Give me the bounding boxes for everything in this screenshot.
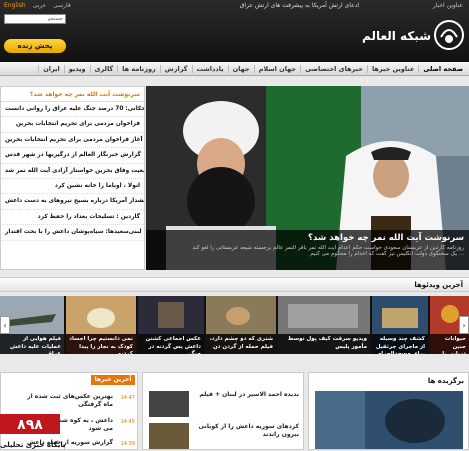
nav-world[interactable]: جهان [227, 64, 254, 73]
video-caption: کشف چند وسیله از ماجرای جرثقیل برای مسجد… [372, 334, 428, 354]
list-item[interactable]: انولا ، اوباما را خانه نشین کرد [1, 179, 144, 195]
nav-notes[interactable]: یادداشت [191, 64, 228, 73]
featured-summary-2: یک سخنگوی دولت انگلیس نیز گفت که اعدام ر… [310, 251, 464, 257]
list-item[interactable]: بدیده احمد الاسیر در لبنان + فیلم [149, 391, 299, 419]
watermark-logo: ۸۹۸ پایگاه خبری تحلیلی [0, 414, 66, 450]
nav-video[interactable]: ویدیو [63, 64, 90, 73]
headline-list-title[interactable]: سرنوشت آیت الله نمر چه خواهد شد؟ [1, 87, 144, 102]
lang-arabic-link[interactable]: عربی [33, 2, 47, 9]
nav-gallery[interactable]: گالری [89, 64, 118, 73]
story-title[interactable]: بدیده احمد الاسیر در لبنان + فیلم [195, 391, 299, 399]
logo-text: شبکه العالم [362, 29, 431, 43]
language-links: English فارسی عربی [4, 2, 76, 9]
latest-news-tab[interactable]: آخرین خبرها [91, 375, 135, 385]
carousel-prev-arrow-icon[interactable]: ‹ [0, 316, 10, 334]
featured-story[interactable]: سرنوشت آیت الله نمر چه خواهد شد؟ روزنامه… [146, 86, 469, 270]
lang-english-link[interactable]: English [4, 2, 26, 9]
carousel-next-arrow-icon[interactable]: › [459, 316, 469, 334]
main-nav: صفحه اصلی عناوین خبرها خبرهای اختصاصی جه… [0, 62, 469, 76]
story-list: بدیده احمد الاسیر در لبنان + فیلم کردهای… [142, 372, 304, 450]
logo-icon [434, 20, 464, 50]
video-caption: فیلم هوایی از عملیات علیه داعش عراق [0, 334, 64, 354]
nav-newspapers[interactable]: روزنامه ها [117, 64, 160, 73]
news-time: 14:47 [120, 395, 135, 401]
nav-headlines[interactable]: عناوین خبرها [366, 64, 418, 73]
selected-image[interactable] [315, 391, 463, 449]
video-thumbnail [138, 296, 204, 334]
nav-islamic-world[interactable]: جهان اسلام [253, 64, 301, 73]
news-time: 14:39 [120, 441, 135, 447]
video-carousel: فیلم هوایی از عملیات علیه داعش عراق نمی … [0, 296, 469, 354]
video-thumbnail [278, 296, 370, 334]
selected-panel: برگزیده ها [308, 372, 469, 450]
news-time: 14:45 [120, 419, 135, 425]
story-title[interactable]: کردهای سوریه داعش را از کوبانی بیرون ران… [195, 423, 299, 439]
site-logo[interactable]: شبکه العالم [362, 17, 465, 59]
list-item[interactable]: کردهای سوریه داعش را از کوبانی بیرون ران… [149, 423, 299, 451]
news-ticker[interactable]: ادعای ارتش آمریکا به پیشرفت های ارتش عرا… [240, 2, 359, 9]
nav-home[interactable]: صفحه اصلی [418, 64, 467, 73]
watermark-text: پایگاه خبری تحلیلی [0, 441, 66, 449]
story-thumbnail [149, 423, 189, 449]
video-caption: شتری که دو چشم دارد، فیلم حمله از گردن د… [206, 334, 276, 354]
list-item[interactable]: آغاز فراخوان مردمی برای تحریم انتخابات ب… [1, 133, 144, 149]
list-item[interactable]: لبنی‌سعیدها: سیاه‌پوشان داعش را با بحث ا… [1, 225, 144, 241]
nav-iran[interactable]: ایران [38, 64, 64, 73]
selected-title[interactable]: برگزیده ها [428, 377, 464, 385]
video-caption: ویدیو سرقت کیف پول توسط مأمور پلیس [278, 334, 370, 354]
video-item[interactable]: نمی دانستیم چرا اجساد کودک به نجار را پی… [66, 296, 136, 354]
list-item[interactable]: فراخوان مردمی برای تحریم انتخابات بحرین [1, 117, 144, 133]
list-item[interactable]: الحکانی: 70 درصد جنگ علیه عراق را روانی … [1, 102, 144, 118]
video-thumbnail [206, 296, 276, 334]
video-item[interactable]: شتری که دو چشم دارد، فیلم حمله از گردن د… [206, 296, 276, 354]
story-thumbnail [149, 391, 189, 417]
svg-text:۸۹۸: ۸۹۸ [17, 417, 43, 433]
watermark-icon: ۸۹۸ [0, 414, 60, 434]
search-input[interactable]: جستجو [4, 14, 66, 24]
lang-farsi-link[interactable]: فارسی [53, 2, 71, 9]
list-item[interactable]: گاردین : تسلیحات بغداد را حفظ کرد [1, 210, 144, 226]
video-item[interactable]: کشف چند وسیله از ماجرای جرثقیل برای مسجد… [372, 296, 428, 354]
list-item[interactable]: هشدار آمریکا درباره بسیج نیروهای به دست … [1, 194, 144, 210]
featured-title[interactable]: سرنوشت آیت الله نمر چه خواهد شد؟ [151, 233, 464, 243]
nav-reports[interactable]: گزارش [159, 64, 192, 73]
nav-exclusive[interactable]: خبرهای اختصاصی [300, 64, 367, 73]
list-item[interactable]: جمعیت وفاق بحرین خواستار آزادی آیت الله … [1, 164, 144, 179]
list-item[interactable]: گزارش خبرنگار العالم از درگیریها در شهر … [1, 148, 144, 164]
video-item[interactable]: عکس اجماعی کشتن داعش پس گردنه در جنگ [138, 296, 204, 354]
header-bar: English فارسی عربی ادعای ارتش آمریکا به … [0, 0, 469, 62]
headlines-link[interactable]: عناوین اخبار [433, 2, 463, 9]
video-thumbnail [372, 296, 428, 334]
video-caption: نمی دانستیم چرا اجساد کودک به نجار را پی… [66, 334, 136, 354]
video-item[interactable]: ویدیو سرقت کیف پول توسط مأمور پلیس [278, 296, 370, 354]
video-thumbnail [66, 296, 136, 334]
featured-caption: سرنوشت آیت الله نمر چه خواهد شد؟ روزنامه… [146, 230, 469, 270]
video-caption: عکس اجماعی کشتن داعش پس گردنه در جنگ [138, 334, 204, 354]
headline-list: سرنوشت آیت الله نمر چه خواهد شد؟ الحکانی… [0, 86, 145, 270]
list-item[interactable]: بهترین عکس‌های ثبت شده از ماه گرفتگی [21, 393, 113, 408]
video-caption: حیوانات جنین دریایی با صداهای مختلف در س… [430, 334, 469, 354]
live-stream-button[interactable]: پخش زنده [4, 39, 66, 53]
videos-section-header: آخرین ویدئوها [0, 277, 469, 292]
videos-title[interactable]: آخرین ویدئوها [414, 281, 463, 289]
